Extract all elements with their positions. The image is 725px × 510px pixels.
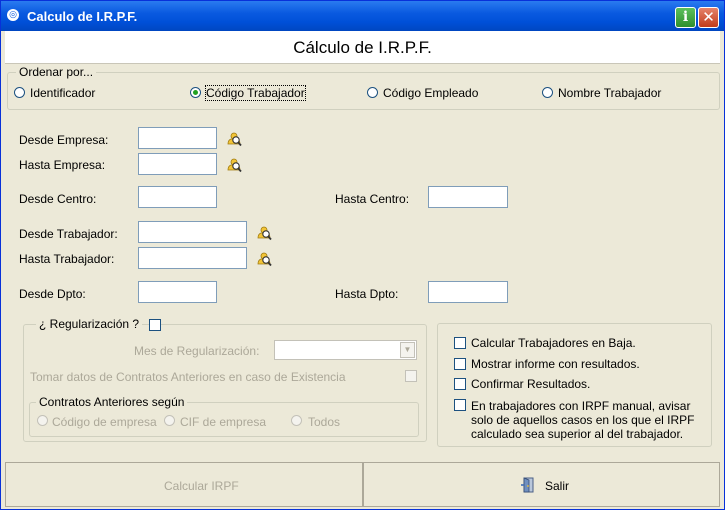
radio-nombre-trabajador[interactable] — [542, 87, 553, 98]
hasta-trabajador-input[interactable] — [138, 247, 247, 269]
regularizacion-checkbox[interactable] — [149, 319, 161, 331]
desde-dpto-input[interactable] — [138, 281, 217, 303]
desde-dpto-label: Desde Dpto: — [19, 287, 86, 301]
desde-trabajador-input[interactable] — [138, 221, 247, 243]
hasta-centro-input[interactable] — [428, 186, 508, 208]
contratos-legend: Contratos Anteriores según — [36, 395, 188, 409]
desde-centro-input[interactable] — [138, 186, 217, 208]
info-button[interactable]: i — [675, 7, 696, 28]
page-title: Cálculo de I.R.P.F. — [293, 38, 432, 57]
search-icon[interactable] — [256, 251, 272, 267]
tomar-datos-checkbox[interactable] — [405, 370, 417, 382]
radio-cif-empresa-label[interactable]: CIF de empresa — [180, 415, 266, 429]
tomar-datos-label: Tomar datos de Contratos Anteriores en c… — [30, 370, 346, 384]
confirmar-resultados-checkbox[interactable] — [454, 378, 466, 390]
desde-empresa-label: Desde Empresa: — [19, 133, 109, 147]
hasta-dpto-input[interactable] — [428, 281, 508, 303]
regularizacion-legend: ¿ Regularización ? — [36, 317, 143, 331]
exit-door-icon — [521, 477, 534, 493]
window-title: Calculo de I.R.P.F. — [27, 9, 138, 24]
calcular-irpf-label: Calcular IRPF — [164, 479, 239, 493]
calcular-irpf-button[interactable]: Calcular IRPF — [5, 462, 363, 507]
desde-trabajador-label: Desde Trabajador: — [19, 227, 118, 241]
search-icon[interactable] — [226, 131, 242, 147]
hasta-dpto-label: Hasta Dpto: — [335, 287, 399, 301]
radio-nombre-trabajador-label[interactable]: Nombre Trabajador — [558, 86, 661, 100]
hasta-empresa-label: Hasta Empresa: — [19, 158, 106, 172]
salir-label: Salir — [545, 479, 570, 493]
desde-centro-label: Desde Centro: — [19, 192, 97, 206]
mostrar-informe-checkbox[interactable] — [454, 358, 466, 370]
mes-regularizacion-label: Mes de Regularización: — [134, 344, 260, 358]
close-button[interactable]: ✕ — [698, 7, 719, 28]
irpf-manual-label-line2[interactable]: solo de aquellos casos en los que el IRP… — [471, 413, 694, 427]
radio-identificador-label[interactable]: Identificador — [30, 86, 95, 100]
radio-todos[interactable] — [291, 415, 302, 426]
radio-identificador[interactable] — [14, 87, 25, 98]
radio-codigo-empleado[interactable] — [367, 87, 378, 98]
radio-todos-label[interactable]: Todos — [308, 415, 340, 429]
page-header: Cálculo de I.R.P.F. — [5, 31, 720, 64]
desde-empresa-input[interactable] — [138, 127, 217, 149]
radio-codigo-empleado-label[interactable]: Código Empleado — [383, 86, 478, 100]
radio-codigo-trabajador[interactable] — [190, 87, 201, 98]
salir-button[interactable]: Salir — [363, 462, 720, 507]
hasta-centro-label: Hasta Centro: — [335, 192, 410, 206]
irpf-manual-checkbox[interactable] — [454, 399, 466, 411]
chevron-down-icon[interactable]: ▼ — [400, 342, 415, 358]
radio-codigo-empresa-label[interactable]: Código de empresa — [52, 415, 157, 429]
app-icon: ◎ — [7, 9, 19, 21]
hasta-trabajador-label: Hasta Trabajador: — [19, 252, 115, 266]
radio-cif-empresa[interactable] — [164, 415, 175, 426]
radio-codigo-trabajador-label[interactable]: Código Trabajador — [205, 85, 306, 101]
search-icon[interactable] — [226, 157, 242, 173]
mostrar-informe-label[interactable]: Mostrar informe con resultados. — [471, 357, 640, 371]
search-icon[interactable] — [256, 225, 272, 241]
hasta-empresa-input[interactable] — [138, 153, 217, 175]
irpf-window: ◎ Calculo de I.R.P.F. i ✕ Cálculo de I.R… — [0, 0, 725, 510]
radio-codigo-empresa[interactable] — [37, 415, 48, 426]
title-bar[interactable]: ◎ Calculo de I.R.P.F. i ✕ — [1, 1, 724, 31]
order-legend: Ordenar por... — [16, 65, 97, 79]
confirmar-resultados-label[interactable]: Confirmar Resultados. — [471, 377, 590, 391]
irpf-manual-label-line1[interactable]: En trabajadores con IRPF manual, avisar — [471, 399, 690, 413]
calcular-baja-checkbox[interactable] — [454, 337, 466, 349]
calcular-baja-label[interactable]: Calcular Trabajadores en Baja. — [471, 336, 636, 350]
irpf-manual-label-line3[interactable]: calculado sea superior al del trabajador… — [471, 427, 683, 441]
mes-regularizacion-select[interactable]: ▼ — [274, 340, 417, 360]
